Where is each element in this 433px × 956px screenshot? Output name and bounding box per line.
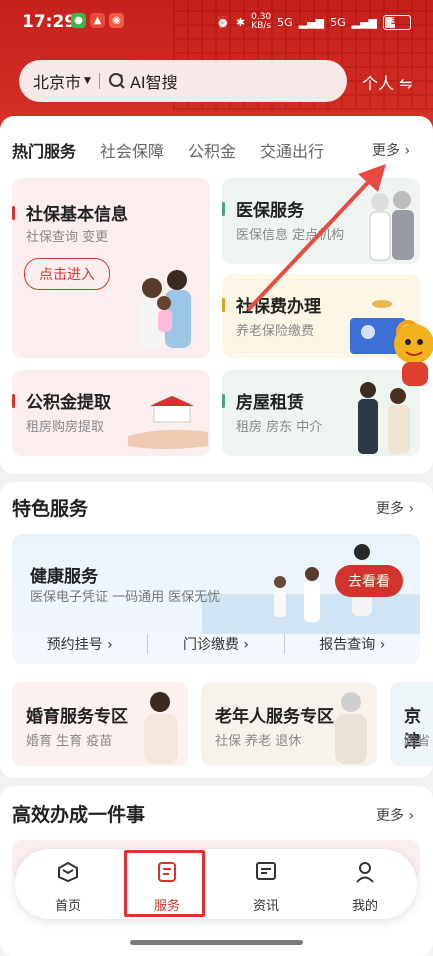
app-icon: ▲	[90, 13, 105, 28]
bottom-nav: 首页 服务 资讯 我的	[15, 849, 417, 919]
nav-mine-label: 我的	[351, 899, 378, 914]
tile-housing-fund-withdraw[interactable]: 公积金提取 租房购房提取	[12, 370, 210, 456]
tile-title: 社保基本信息	[26, 205, 128, 225]
signal-5g-2: 5G	[330, 15, 346, 29]
ai-search-label: AI智搜	[129, 73, 178, 92]
nav-news[interactable]: 资讯	[231, 849, 301, 919]
efficient-title: 高效办成一件事	[12, 804, 146, 826]
link-report-query[interactable]: 报告查询 ›	[285, 634, 420, 654]
battery-icon: 33	[383, 14, 411, 30]
health-title: 健康服务	[30, 567, 98, 587]
divider	[98, 73, 100, 89]
switch-icon: ⇋	[394, 74, 413, 93]
zone-sub: 社保 养老 退休	[215, 734, 302, 749]
mascot-illustration	[394, 324, 433, 386]
search-bar[interactable]: 北京市 ▼ AI智搜	[19, 60, 347, 102]
zone-jingjin[interactable]: 京津 跨省	[390, 682, 433, 766]
caret-down-icon: ▼	[84, 76, 91, 86]
tab-housing-fund[interactable]: 公积金	[188, 138, 236, 162]
health-links: 预约挂号 › 门诊缴费 › 报告查询 ›	[12, 634, 420, 654]
net-unit: KB/s	[251, 21, 272, 31]
annotation-arrow	[246, 164, 386, 312]
house-in-hand-illustration	[128, 396, 208, 449]
special-services-title: 特色服务	[12, 498, 89, 520]
status-time: 17:29	[22, 12, 77, 32]
special-more-label: 更多	[376, 501, 404, 517]
person-switch-label: 个人	[362, 74, 395, 93]
tab-hot[interactable]: 热门服务	[12, 138, 77, 164]
zone-elderly[interactable]: 老年人服务专区 社保 养老 退休	[201, 682, 377, 766]
nav-home[interactable]: 首页	[33, 849, 103, 919]
tile-sub: 租房购房提取	[26, 420, 105, 435]
service-tabs: 热门服务 社会保障 公积金 交通出行	[12, 138, 348, 164]
battery-level: 33	[390, 17, 404, 27]
app-icon-2: ◉	[109, 13, 124, 28]
zone-sub: 跨省	[404, 734, 431, 749]
home-icon	[58, 861, 78, 883]
efficient-more-link[interactable]: 更多 ›	[376, 805, 414, 825]
user-icon	[356, 862, 374, 883]
city-selector[interactable]: 北京市	[33, 69, 81, 93]
home-indicator	[130, 940, 303, 945]
tile-social-security-info[interactable]: 社保基本信息 社保查询 变更 点击进入	[12, 178, 210, 358]
nav-news-label: 资讯	[252, 899, 279, 914]
status-bar: 17:29 ● ▲ ◉ ⏰ ✱ 0.30 KB/s 5G ▂▄▆ 5G ▂▄▆ …	[0, 0, 433, 44]
family-illustration	[140, 270, 191, 348]
mother-baby-illustration	[144, 692, 178, 764]
zone-marriage-birth[interactable]: 婚育服务专区 婚育 生育 疫苗	[12, 682, 188, 766]
signal-bars-icon: ▂▄▆	[298, 15, 325, 29]
alarm-icon: ⏰	[216, 15, 230, 29]
hot-more-link[interactable]: 更多 ›	[372, 140, 410, 160]
link-outpatient-payment[interactable]: 门诊缴费 ›	[147, 634, 285, 654]
nav-home-label: 首页	[54, 899, 81, 914]
tile-title: 公积金提取	[26, 393, 111, 413]
zone-sub: 婚育 生育 疫苗	[26, 734, 113, 749]
tile-sub: 社保查询 变更	[26, 230, 109, 245]
tab-transport[interactable]: 交通出行	[260, 138, 324, 162]
person-switch[interactable]: 个人 ⇋	[362, 70, 413, 94]
go-see-button[interactable]: 去看看	[335, 565, 403, 597]
wechat-icon: ●	[71, 13, 86, 28]
highlight-box	[124, 850, 205, 917]
news-icon	[256, 862, 276, 880]
hot-more-label: 更多	[372, 143, 400, 159]
signal-bars-icon-2: ▂▄▆	[351, 15, 377, 29]
zone-title: 婚育服务专区	[26, 707, 128, 727]
tile-title: 房屋租赁	[236, 393, 304, 413]
nav-mine[interactable]: 我的	[330, 849, 400, 919]
zone-title: 老年人服务专区	[215, 707, 334, 727]
efficient-more-label: 更多	[376, 808, 404, 824]
signal-5g-1: 5G	[277, 15, 293, 29]
link-appointment[interactable]: 预约挂号 ›	[12, 634, 147, 654]
enter-button[interactable]: 点击进入	[24, 258, 110, 290]
tile-sub: 租房 房东 中介	[236, 420, 323, 435]
tile-sub: 养老保险缴费	[236, 324, 315, 339]
tab-social-security[interactable]: 社会保障	[100, 138, 164, 162]
ai-search-icon	[108, 73, 125, 89]
bluetooth-icon: ✱	[235, 15, 246, 29]
health-sub: 医保电子凭证 一码通用 医保无忧	[30, 590, 221, 605]
special-more-link[interactable]: 更多 ›	[376, 498, 414, 518]
